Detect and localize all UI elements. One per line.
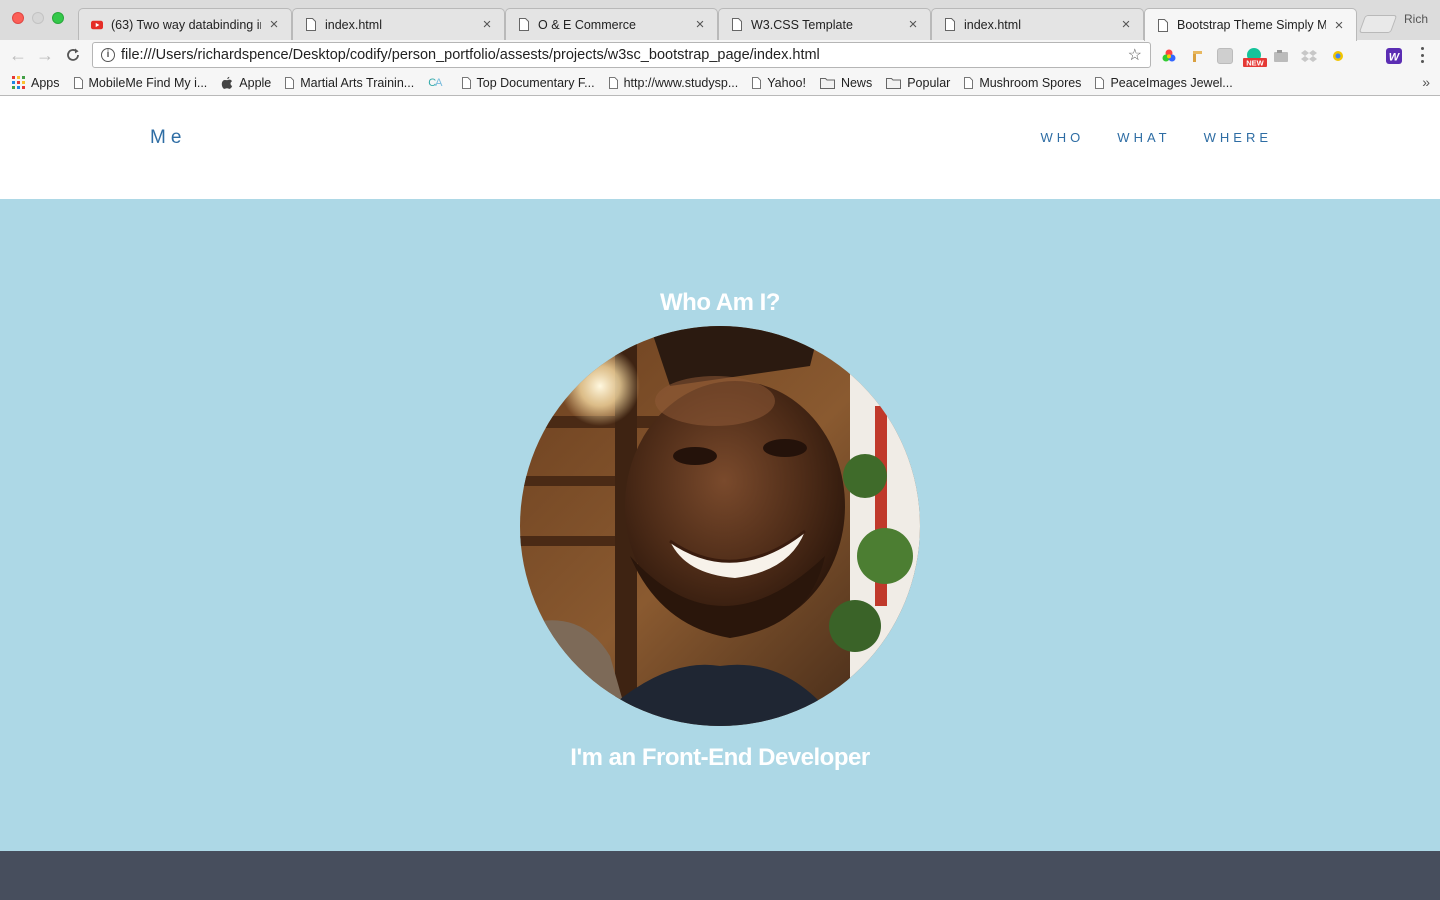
bookmark-martial-arts[interactable]: Martial Arts Trainin... xyxy=(285,76,414,90)
page-icon xyxy=(1095,76,1105,89)
bookmarks-overflow-icon[interactable]: » xyxy=(1422,74,1430,90)
close-icon[interactable]: × xyxy=(1332,17,1346,34)
tab-title: Bootstrap Theme Simply Me xyxy=(1177,18,1326,32)
tab-title: W3.CSS Template xyxy=(751,17,853,32)
page-icon xyxy=(285,76,295,89)
bookmarks-bar: Apps MobileMe Find My i... Apple Martial… xyxy=(0,70,1440,96)
close-icon[interactable]: × xyxy=(906,16,920,33)
new-tab-button[interactable] xyxy=(1358,15,1398,33)
close-icon[interactable]: × xyxy=(1119,16,1133,33)
tab-5-active[interactable]: Bootstrap Theme Simply Me × xyxy=(1144,8,1357,41)
tab-0[interactable]: (63) Two way databinding in × xyxy=(78,8,292,40)
svg-text:NEW: NEW xyxy=(1246,59,1264,68)
bookmark-apple[interactable]: Apple xyxy=(221,76,271,90)
bookmark-label: Top Documentary F... xyxy=(476,75,595,90)
apps-grid-icon xyxy=(12,76,25,89)
dropbox-icon[interactable] xyxy=(1301,48,1317,64)
folder-icon xyxy=(886,77,902,89)
chrome-extension-icon[interactable] xyxy=(1330,48,1346,64)
svg-text:W: W xyxy=(1389,52,1401,64)
close-window-button[interactable] xyxy=(12,12,24,24)
close-icon[interactable]: × xyxy=(267,16,281,33)
page-icon xyxy=(964,76,974,89)
youtube-icon xyxy=(91,18,103,32)
minimize-window-button[interactable] xyxy=(32,12,44,24)
reload-icon[interactable] xyxy=(62,44,84,66)
nav-links: WHO WHAT WHERE xyxy=(1008,130,1272,145)
address-bar[interactable]: i file:///Users/richardspence/Desktop/co… xyxy=(92,42,1151,68)
hero-subtitle: I'm an Front-End Developer xyxy=(570,744,870,771)
key-extension-icon[interactable] xyxy=(1190,48,1206,64)
bookmark-yahoo[interactable]: Yahoo! xyxy=(752,76,806,90)
profile-name[interactable]: Rich xyxy=(1404,12,1428,26)
close-icon[interactable]: × xyxy=(480,16,494,33)
page-icon xyxy=(461,76,471,89)
bookmark-peaceimages[interactable]: PeaceImages Jewel... xyxy=(1095,75,1233,90)
page-icon xyxy=(731,18,743,32)
bookmark-folder-popular[interactable]: Popular xyxy=(886,76,950,90)
bookmark-label: MobileMe Find My i... xyxy=(88,75,208,90)
tab-strip: (63) Two way databinding in × index.html… xyxy=(0,0,1440,41)
image-extension-icon[interactable] xyxy=(1217,48,1233,64)
nav-link-who[interactable]: WHO xyxy=(1041,130,1085,145)
screenshot-extension-icon[interactable] xyxy=(1273,48,1289,64)
page-icon xyxy=(305,18,317,32)
web-page: Me WHO WHAT WHERE Who Am I? I'm an Front… xyxy=(0,97,1440,900)
bookmark-label: http://www.studysp... xyxy=(623,75,739,90)
back-arrow-icon[interactable]: ← xyxy=(7,44,29,66)
ca-icon: CA xyxy=(428,76,442,89)
tab-3[interactable]: W3.CSS Template × xyxy=(718,8,931,40)
page-icon xyxy=(608,76,618,89)
bookmark-label: Apple xyxy=(239,75,272,90)
bookmark-mobileme[interactable]: MobileMe Find My i... xyxy=(73,75,208,90)
grammarly-extension-icon[interactable]: NEW xyxy=(1243,48,1267,68)
page-icon xyxy=(518,18,530,32)
hero-section: Who Am I? I'm an Front-End Developer xyxy=(0,199,1440,851)
bookmark-label: Mushroom Spores xyxy=(979,75,1082,90)
bookmark-label: Apps xyxy=(31,75,60,90)
site-navbar: Me WHO WHAT WHERE xyxy=(0,97,1440,199)
profile-photo xyxy=(520,326,920,726)
page-icon xyxy=(73,76,83,89)
zoom-window-button[interactable] xyxy=(52,12,64,24)
bookmark-studysp[interactable]: http://www.studysp... xyxy=(608,75,739,90)
address-url[interactable]: file:///Users/richardspence/Desktop/codi… xyxy=(121,47,1128,63)
tab-title: O & E Commerce xyxy=(538,17,636,32)
nav-link-where[interactable]: WHERE xyxy=(1204,130,1272,145)
bookmark-label: PeaceImages Jewel... xyxy=(1110,75,1233,90)
browser-toolbar: ← → i file:///Users/richardspence/Deskto… xyxy=(0,40,1440,70)
tab-1[interactable]: index.html × xyxy=(292,8,505,40)
folder-icon xyxy=(819,77,835,89)
tab-title: (63) Two way databinding in xyxy=(111,17,261,32)
browser-menu-icon[interactable] xyxy=(1416,47,1428,63)
apple-icon xyxy=(221,76,233,89)
bookmark-top-documentary[interactable]: Top Documentary F... xyxy=(461,75,595,90)
bookmark-label: Martial Arts Trainin... xyxy=(300,75,415,90)
tab-title: index.html xyxy=(964,17,1021,32)
bookmark-star-icon[interactable]: ☆ xyxy=(1128,45,1142,65)
bookmark-apps[interactable]: Apps xyxy=(12,76,60,90)
page-icon xyxy=(752,76,762,89)
bookmark-label: Popular xyxy=(907,75,951,90)
w-extension-icon[interactable]: W xyxy=(1386,48,1402,64)
brand-link[interactable]: Me xyxy=(150,127,186,149)
info-icon[interactable]: i xyxy=(101,48,115,62)
color-wheel-extension-icon[interactable] xyxy=(1161,48,1177,64)
close-icon[interactable]: × xyxy=(693,16,707,33)
bookmark-ca[interactable]: CA xyxy=(428,77,447,89)
nav-link-what[interactable]: WHAT xyxy=(1117,130,1170,145)
bookmark-mushroom-spores[interactable]: Mushroom Spores xyxy=(964,76,1081,90)
forward-arrow-icon[interactable]: → xyxy=(34,44,56,66)
tab-2[interactable]: O & E Commerce × xyxy=(505,8,718,40)
bookmark-folder-news[interactable]: News xyxy=(819,75,873,90)
page-icon xyxy=(1157,18,1169,32)
bookmark-label: Yahoo! xyxy=(767,75,806,90)
next-section xyxy=(0,851,1440,900)
tab-title: index.html xyxy=(325,17,382,32)
hero-title: Who Am I? xyxy=(660,289,780,316)
tab-4[interactable]: index.html × xyxy=(931,8,1144,40)
bookmark-label: News xyxy=(840,75,873,90)
page-icon xyxy=(944,18,956,32)
